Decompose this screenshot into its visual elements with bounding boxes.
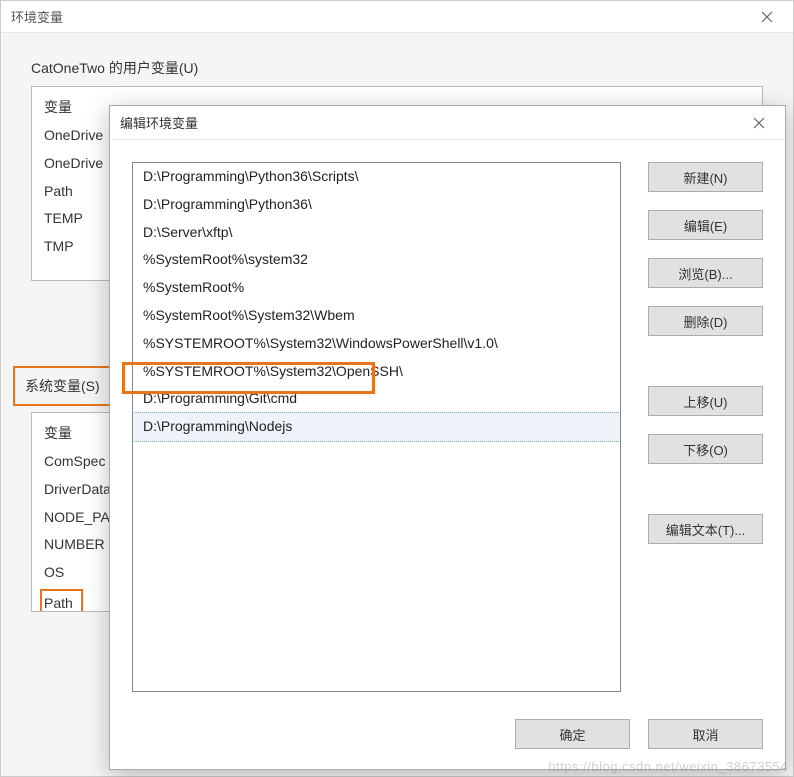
cancel-button[interactable]: 取消 [648, 719, 763, 749]
list-item[interactable]: D:\Programming\Git\cmd [133, 385, 620, 413]
delete-button[interactable]: 删除(D) [648, 306, 763, 336]
footer-buttons: 确定 取消 [515, 719, 763, 749]
edit-env-var-dialog: 编辑环境变量 D:\Programming\Python36\Scripts\ … [109, 105, 786, 770]
main-titlebar[interactable]: 环境变量 [1, 1, 793, 33]
close-icon [761, 11, 773, 23]
edit-close-button[interactable] [743, 109, 775, 137]
main-title: 环境变量 [11, 7, 751, 26]
edit-body: D:\Programming\Python36\Scripts\ D:\Prog… [110, 140, 785, 769]
list-item[interactable]: %SystemRoot%\System32\Wbem [133, 302, 620, 330]
list-item[interactable]: %SystemRoot% [133, 274, 620, 302]
edit-title: 编辑环境变量 [120, 113, 743, 132]
edit-text-button[interactable]: 编辑文本(T)... [648, 514, 763, 544]
edit-titlebar[interactable]: 编辑环境变量 [110, 106, 785, 140]
button-column: 新建(N) 编辑(E) 浏览(B)... 删除(D) 上移(U) 下移(O) 编… [648, 162, 763, 544]
list-item[interactable]: D:\Programming\Nodejs [132, 412, 621, 442]
move-down-button[interactable]: 下移(O) [648, 434, 763, 464]
path-listbox[interactable]: D:\Programming\Python36\Scripts\ D:\Prog… [132, 162, 621, 692]
ok-button[interactable]: 确定 [515, 719, 630, 749]
list-item[interactable]: %SystemRoot%\system32 [133, 246, 620, 274]
list-item[interactable]: %SYSTEMROOT%\System32\OpenSSH\ [133, 358, 620, 386]
browse-button[interactable]: 浏览(B)... [648, 258, 763, 288]
move-up-button[interactable]: 上移(U) [648, 386, 763, 416]
system-vars-label: 系统变量(S) [13, 366, 112, 406]
list-item[interactable]: D:\Programming\Python36\ [133, 191, 620, 219]
user-vars-label: CatOneTwo 的用户变量(U) [1, 33, 793, 86]
new-button[interactable]: 新建(N) [648, 162, 763, 192]
edit-button[interactable]: 编辑(E) [648, 210, 763, 240]
list-item[interactable]: D:\Programming\Python36\Scripts\ [133, 163, 620, 191]
close-icon [753, 117, 765, 129]
path-var-highlight: Path [40, 589, 83, 612]
list-item[interactable]: D:\Server\xftp\ [133, 219, 620, 247]
close-button[interactable] [751, 3, 783, 31]
list-item[interactable]: %SYSTEMROOT%\System32\WindowsPowerShell\… [133, 330, 620, 358]
